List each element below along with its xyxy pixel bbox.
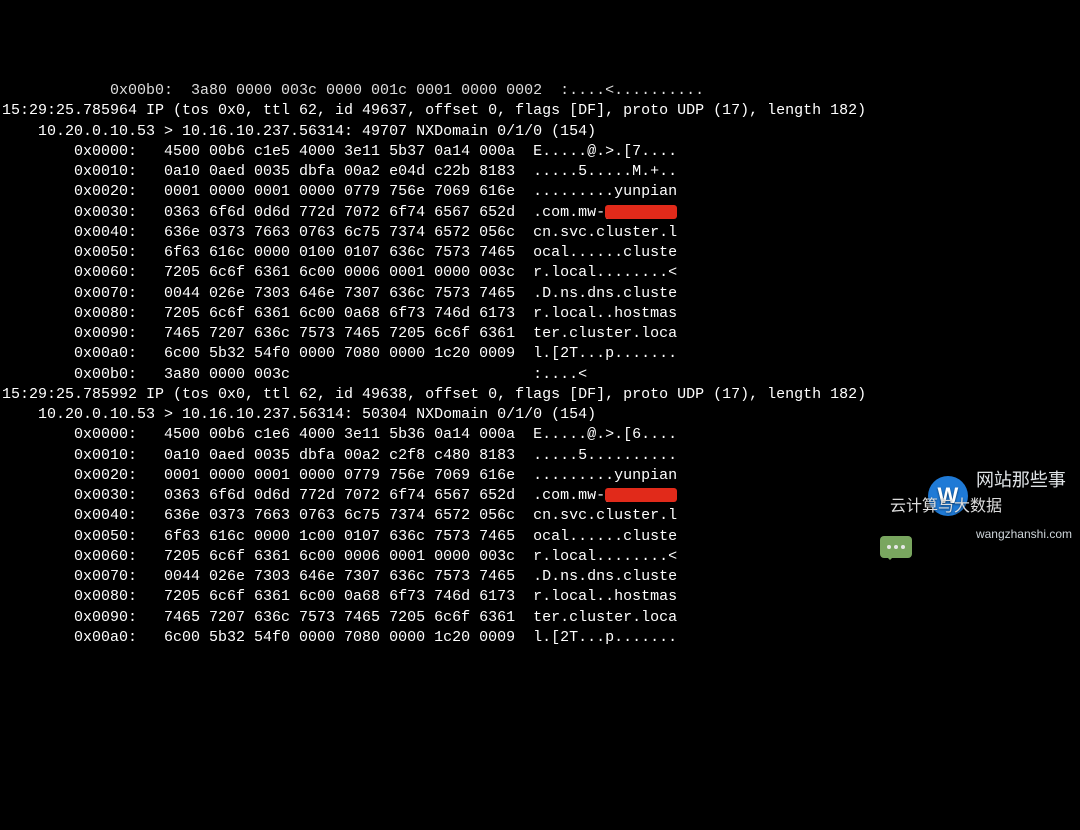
hexdump-ascii: .com.mw-	[533, 204, 605, 221]
hexdump-ascii: .........yunpian	[533, 467, 677, 484]
hexdump-row: 0x0040: 636e 0373 7663 0763 6c75 7374 65…	[2, 223, 1078, 243]
hexdump-ascii: ocal......cluste	[533, 528, 677, 545]
hexdump-ascii: r.local..hostmas	[533, 305, 677, 322]
packet-header: 15:29:25.785992 IP (tos 0x0, ttl 62, id …	[2, 385, 1078, 405]
hexdump-ascii: cn.svc.cluster.l	[533, 507, 677, 524]
watermark-title: 网站那些事	[976, 471, 1072, 490]
hexdump-ascii: .D.ns.dns.cluste	[533, 285, 677, 302]
hexdump-row: 0x0020: 0001 0000 0001 0000 0779 756e 70…	[2, 466, 1078, 486]
hexdump-row: 0x00b0: 3a80 0000 003c :....<	[2, 365, 1078, 385]
hexdump-ascii: .....5.....M.+..	[533, 163, 677, 180]
hexdump-ascii: ocal......cluste	[533, 244, 677, 261]
hexdump-ascii: .........yunpian	[533, 183, 677, 200]
hexdump-ascii: .....5..........	[533, 447, 677, 464]
hexdump-row: 0x00a0: 6c00 5b32 54f0 0000 7080 0000 1c…	[2, 344, 1078, 364]
hexdump-ascii: .D.ns.dns.cluste	[533, 568, 677, 585]
redacted-text: protege-	[605, 486, 677, 506]
hexdump-ascii: ter.cluster.loca	[533, 325, 677, 342]
hexdump-ascii: ter.cluster.loca	[533, 609, 677, 626]
hexdump-row: 0x0020: 0001 0000 0001 0000 0779 756e 70…	[2, 182, 1078, 202]
watermark: W 云计算与大数据 网站那些事 wangzhanshi.com	[928, 414, 1072, 578]
watermark-sub: wangzhanshi.com	[976, 528, 1072, 541]
hexdump-ascii: l.[2T...p.......	[533, 345, 677, 362]
hexdump-ascii: E.....@.>.[6....	[533, 426, 677, 443]
terminal-output: 0x00b0: 3a80 0000 003c 0000 001c 0001 00…	[2, 81, 1078, 648]
hexdump-row: 0x0030: 0363 6f6d 0d6d 772d 7072 6f74 65…	[2, 203, 1078, 223]
hexdump-ascii: .com.mw-	[533, 487, 605, 504]
redacted-text: protege-	[605, 203, 677, 223]
hexdump-ascii: r.local........<	[533, 264, 677, 281]
hexdump-row: 0x0080: 7205 6c6f 6361 6c00 0a68 6f73 74…	[2, 587, 1078, 607]
hexdump-row: 0x0000: 4500 00b6 c1e6 4000 3e11 5b36 0a…	[2, 425, 1078, 445]
hexdump-row: 0x0080: 7205 6c6f 6361 6c00 0a68 6f73 74…	[2, 304, 1078, 324]
hexdump-row: 0x0010: 0a10 0aed 0035 dbfa 00a2 c2f8 c4…	[2, 446, 1078, 466]
hexdump-ascii: l.[2T...p.......	[533, 629, 677, 646]
wechat-bubble-icon	[880, 536, 912, 558]
hexdump-row: 0x00a0: 6c00 5b32 54f0 0000 7080 0000 1c…	[2, 628, 1078, 648]
hexdump-row: 0x0000: 4500 00b6 c1e5 4000 3e11 5b37 0a…	[2, 142, 1078, 162]
packet-flow: 10.20.0.10.53 > 10.16.10.237.56314: 4970…	[2, 122, 1078, 142]
hexdump-row: 0x0090: 7465 7207 636c 7573 7465 7205 6c…	[2, 324, 1078, 344]
hexdump-row: 0x0090: 7465 7207 636c 7573 7465 7205 6c…	[2, 608, 1078, 628]
watermark-top-label: 云计算与大数据	[890, 499, 1002, 516]
hexdump-row: 0x0070: 0044 026e 7303 646e 7307 636c 75…	[2, 284, 1078, 304]
hexdump-row: 0x0050: 6f63 616c 0000 0100 0107 636c 75…	[2, 243, 1078, 263]
hexdump-row: 0x0060: 7205 6c6f 6361 6c00 0006 0001 00…	[2, 547, 1078, 567]
hexdump-ascii: r.local........<	[533, 548, 677, 565]
hexdump-row: 0x0010: 0a10 0aed 0035 dbfa 00a2 e04d c2…	[2, 162, 1078, 182]
hexdump-row: 0x0060: 7205 6c6f 6361 6c00 0006 0001 00…	[2, 263, 1078, 283]
packet-header: 15:29:25.785964 IP (tos 0x0, ttl 62, id …	[2, 101, 1078, 121]
hexdump-ascii: E.....@.>.[7....	[533, 143, 677, 160]
hexdump-row: 0x0070: 0044 026e 7303 646e 7307 636c 75…	[2, 567, 1078, 587]
hexdump-ascii: :....<	[533, 366, 587, 383]
packet-flow: 10.20.0.10.53 > 10.16.10.237.56314: 5030…	[2, 405, 1078, 425]
hexdump-ascii: cn.svc.cluster.l	[533, 224, 677, 241]
terminal-line: 0x00b0: 3a80 0000 003c 0000 001c 0001 00…	[2, 81, 1078, 101]
hexdump-row: 0x0050: 6f63 616c 0000 1c00 0107 636c 75…	[2, 527, 1078, 547]
hexdump-ascii: r.local..hostmas	[533, 588, 677, 605]
